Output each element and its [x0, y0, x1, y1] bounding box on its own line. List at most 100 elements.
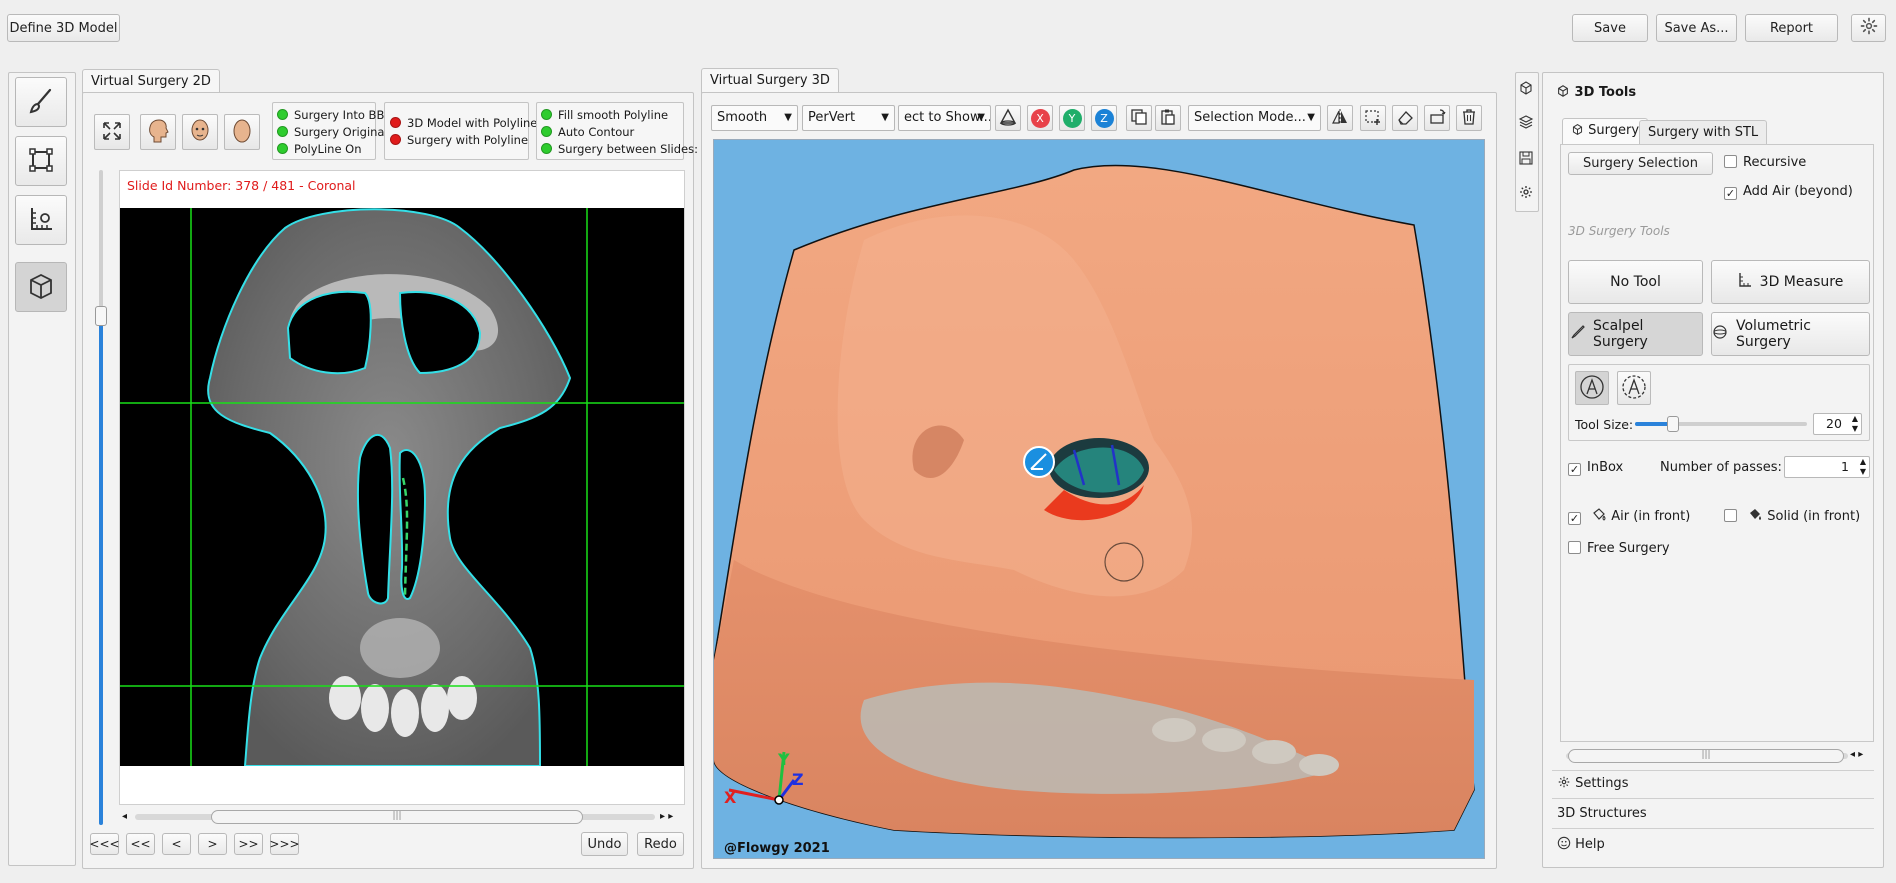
define-3d-model-button[interactable]: Define 3D Model	[7, 14, 120, 42]
crop-tool-button[interactable]	[15, 136, 67, 186]
indicator-label: Fill smooth Polyline	[558, 108, 669, 122]
3d-tools-tab-icon[interactable]	[1518, 80, 1534, 99]
solid-front-checkbox[interactable]: Solid (in front)	[1724, 508, 1860, 524]
report-button[interactable]: Report	[1745, 14, 1838, 42]
eraser-icon	[1396, 108, 1414, 129]
spin-arrows-icon[interactable]: ▲ ▼	[1860, 457, 1866, 477]
copy-button[interactable]	[1126, 105, 1152, 131]
indicator-label: PolyLine On	[294, 142, 362, 156]
no-tool-button[interactable]: No Tool	[1568, 260, 1703, 304]
eraser-button[interactable]	[1392, 105, 1418, 131]
gear-icon	[1860, 17, 1878, 39]
passes-spinbox[interactable]: 1 ▲ ▼	[1784, 456, 1870, 478]
coloring-select[interactable]: PerVert ▼	[802, 105, 895, 131]
undo-button[interactable]: Undo	[581, 832, 628, 856]
recursive-checkbox[interactable]: Recursive	[1724, 155, 1806, 170]
accordion-settings[interactable]: Settings	[1557, 775, 1628, 791]
redo-button[interactable]: Redo	[637, 832, 684, 856]
selection-mode-select[interactable]: Selection Mode... ▼	[1188, 105, 1321, 131]
3d-tools-title: 3D Tools	[1574, 85, 1637, 100]
object-select[interactable]: ect to Show... ▼	[898, 105, 991, 131]
view-z-button[interactable]: Z	[1091, 105, 1117, 131]
nav-prev-fast-button[interactable]: <<	[126, 833, 155, 855]
slice-hscroll-thumb[interactable]: |||	[211, 810, 583, 824]
slice-hscroll-right-arrow[interactable]: ▸ ▸	[660, 811, 673, 822]
tool-size-slider-handle[interactable]	[1667, 416, 1679, 432]
settings-tab-icon[interactable]	[1518, 184, 1534, 203]
3d-tools-header[interactable]: 3D Tools	[1556, 84, 1636, 100]
3d-viewport[interactable]: X Y Z @Flowgy 2021	[713, 139, 1485, 859]
cone-icon	[999, 108, 1017, 129]
chevron-down-icon: ▼	[881, 112, 889, 123]
save-as-button[interactable]: Save As...	[1656, 14, 1737, 42]
head-side-view-button[interactable]	[140, 114, 176, 150]
volumetric-surgery-button[interactable]: Volumetric Surgery	[1711, 312, 1870, 356]
nav-prev-button[interactable]: <	[162, 833, 191, 855]
brush-tool-button[interactable]	[15, 77, 67, 127]
add-air-checkbox[interactable]: ✓ Add Air (beyond)	[1724, 184, 1853, 200]
shading-select[interactable]: Smooth ▼	[711, 105, 798, 131]
accordion-3d-structures[interactable]: 3D Structures	[1557, 806, 1647, 821]
tab-virtual-surgery-3d[interactable]: Virtual Surgery 3D	[701, 68, 839, 93]
inbox-checkbox[interactable]: ✓ InBox	[1568, 460, 1623, 476]
slice-slider-handle[interactable]	[95, 306, 107, 326]
indicator-polyline-on: PolyLine On	[277, 141, 375, 158]
view-y-button[interactable]: Y	[1059, 105, 1085, 131]
3d-measure-button[interactable]: 3D Measure	[1711, 260, 1870, 304]
view-x-button[interactable]: X	[1027, 105, 1053, 131]
save-button[interactable]: Save	[1572, 14, 1648, 42]
cone-view-button[interactable]	[995, 105, 1021, 131]
crop-box-icon	[26, 145, 56, 178]
indicator-3d-model-polyline: 3D Model with Polyline	[390, 115, 537, 132]
delete-button[interactable]	[1456, 105, 1482, 131]
add-air-check[interactable]: ✓	[1724, 187, 1737, 200]
settings-button[interactable]	[1851, 14, 1886, 42]
head-front-view-button[interactable]	[182, 114, 218, 150]
air-front-check[interactable]: ✓	[1568, 512, 1581, 525]
brush-icon	[26, 86, 56, 119]
solid-front-label: Solid (in front)	[1767, 509, 1861, 524]
tools-hscroll-thumb[interactable]: |||	[1568, 749, 1844, 763]
recursive-check[interactable]	[1724, 155, 1737, 168]
slice-hscroll-left-arrow[interactable]: ◂	[122, 811, 127, 822]
ct-slice-view[interactable]	[120, 208, 684, 766]
tool-size-spinbox[interactable]: 20 ▲ ▼	[1813, 413, 1862, 435]
indicator-surgery-original: Surgery Original	[277, 124, 388, 141]
bucket-filled-icon	[1747, 509, 1763, 524]
free-surgery-checkbox[interactable]: Free Surgery	[1568, 541, 1670, 556]
accordion-help[interactable]: Help	[1557, 836, 1605, 852]
nav-first-button[interactable]: <<<	[89, 833, 120, 855]
add-air-label: Add Air (beyond)	[1743, 184, 1853, 199]
brush-mode-a-button[interactable]	[1575, 371, 1609, 405]
indicator-label: Surgery between Slides:	[558, 142, 698, 156]
air-front-checkbox[interactable]: ✓ Air (in front)	[1568, 508, 1690, 525]
mirror-button[interactable]	[1327, 105, 1353, 131]
tab-surgery[interactable]: Surgery	[1562, 118, 1649, 145]
nav-last-button[interactable]: >>>	[269, 833, 300, 855]
indicator-auto-contour: Auto Contour	[541, 124, 683, 141]
box-select-button[interactable]	[1360, 105, 1386, 131]
fit-view-button[interactable]	[94, 114, 130, 150]
free-surgery-check[interactable]	[1568, 541, 1581, 554]
brush-mode-b-button[interactable]	[1617, 371, 1651, 405]
nav-next-fast-button[interactable]: >>	[234, 833, 263, 855]
paste-button[interactable]	[1155, 105, 1181, 131]
scalpel-surgery-button[interactable]: Scalpel Surgery	[1568, 312, 1703, 356]
save-tab-icon[interactable]	[1518, 150, 1534, 169]
nav-next-button[interactable]: >	[198, 833, 227, 855]
inbox-label: InBox	[1587, 460, 1624, 475]
indicator-fill-smooth: Fill smooth Polyline	[541, 107, 683, 124]
measure-tool-button[interactable]	[15, 195, 67, 245]
tools-hscroll-arrows[interactable]: ◂ ▸	[1850, 749, 1863, 760]
head-top-view-button[interactable]	[224, 114, 260, 150]
solid-front-check[interactable]	[1724, 509, 1737, 522]
3d-model-tool-button[interactable]	[15, 262, 67, 312]
tab-surgery-with-stl[interactable]: Surgery with STL	[1639, 120, 1768, 145]
tab-virtual-surgery-2d[interactable]: Virtual Surgery 2D	[82, 69, 220, 93]
layers-tab-icon[interactable]	[1518, 114, 1534, 133]
surgery-selection-button[interactable]: Surgery Selection	[1568, 152, 1713, 175]
inbox-check[interactable]: ✓	[1568, 463, 1581, 476]
rotate-button[interactable]	[1424, 105, 1450, 131]
spin-arrows-icon[interactable]: ▲ ▼	[1852, 414, 1858, 434]
chevron-down-icon: ▼	[784, 112, 792, 123]
